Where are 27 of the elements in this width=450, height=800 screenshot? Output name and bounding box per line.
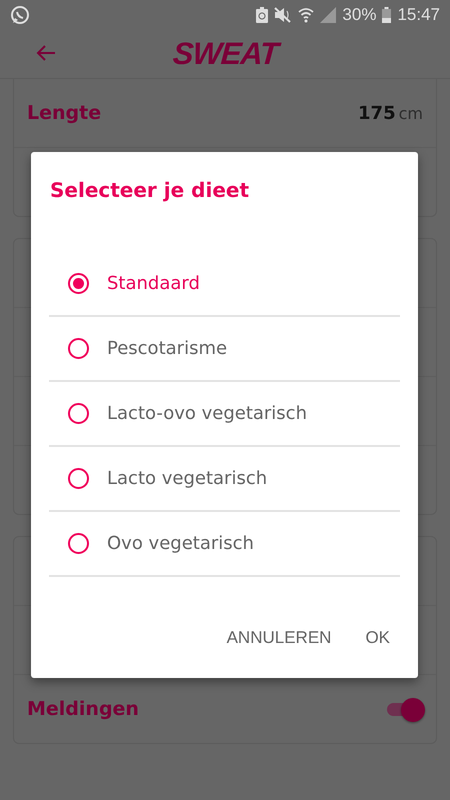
- radio-button[interactable]: [68, 273, 89, 294]
- battery-icon: [382, 7, 392, 23]
- row-value: 175: [358, 102, 396, 124]
- app-logo: SWEAT: [171, 36, 279, 72]
- diet-option[interactable]: Standaard: [107, 273, 200, 294]
- diet-option[interactable]: Pescotarisme: [107, 338, 228, 359]
- radio-button[interactable]: [68, 468, 89, 489]
- dialog-title: Selecteer je dieet: [49, 177, 250, 204]
- cancel-button[interactable]: ANNULEREN: [218, 622, 340, 654]
- mute-icon: [274, 7, 292, 23]
- radio-button[interactable]: [68, 338, 89, 359]
- ok-button[interactable]: OK: [357, 622, 398, 654]
- clock: 15:47: [397, 5, 440, 25]
- row-label: Lengte: [27, 102, 102, 124]
- row-label: Meldingen: [27, 698, 139, 720]
- battery-percent: 30%: [342, 5, 376, 25]
- diet-option[interactable]: Lacto vegetarisch: [107, 468, 268, 489]
- radio-button[interactable]: [68, 533, 89, 554]
- signal-icon: [320, 7, 336, 23]
- diet-option[interactable]: Lacto-ovo vegetarisch: [107, 403, 307, 424]
- radio-button[interactable]: [68, 403, 89, 424]
- wifi-icon: [298, 7, 314, 23]
- diet-option[interactable]: Ovo vegetarisch: [107, 533, 254, 554]
- unit-label: cm: [398, 104, 423, 122]
- battery-saver-icon: [256, 7, 268, 23]
- toggle-switch[interactable]: [387, 698, 423, 720]
- chat-app-icon: [10, 5, 30, 25]
